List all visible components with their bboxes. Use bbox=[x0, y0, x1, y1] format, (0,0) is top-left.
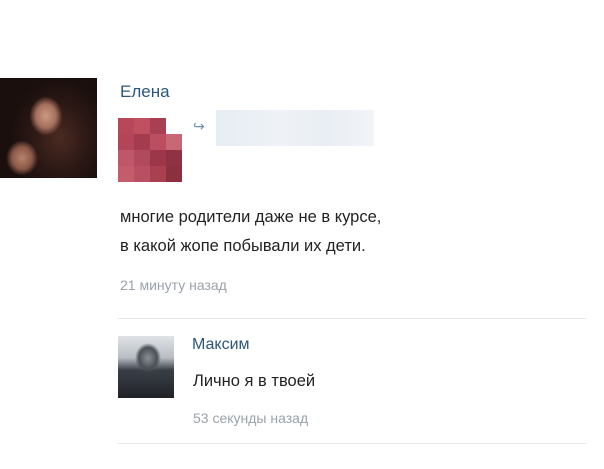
thumbnail-pixel bbox=[166, 134, 182, 150]
post-timestamp[interactable]: 21 минуту назад bbox=[120, 277, 227, 293]
thumbnail-pixel bbox=[118, 134, 134, 150]
thumbnail-pixel bbox=[134, 118, 150, 134]
post-author-name[interactable]: Елена bbox=[120, 82, 170, 102]
thumbnail-pixel bbox=[118, 118, 134, 134]
comment-text: Лично я в твоей bbox=[193, 372, 316, 390]
thumbnail-pixel bbox=[134, 166, 150, 182]
comment-timestamp[interactable]: 53 секунды назад bbox=[193, 410, 308, 426]
post-comment-divider bbox=[118, 318, 586, 319]
thumbnail-pixel bbox=[134, 134, 150, 150]
comment-author-avatar[interactable] bbox=[118, 336, 174, 398]
post-author-avatar[interactable] bbox=[0, 78, 97, 178]
repost-arrow-icon: ↪ bbox=[193, 118, 205, 134]
thumbnail-pixel bbox=[134, 150, 150, 166]
thumbnail-pixel bbox=[166, 166, 182, 182]
thumbnail-pixel bbox=[118, 166, 134, 182]
thumbnail-pixel bbox=[150, 134, 166, 150]
thumbnail-pixel bbox=[166, 118, 182, 134]
thumbnail-pixel bbox=[166, 150, 182, 166]
comment-bottom-divider bbox=[118, 443, 586, 444]
shared-item-thumbnail[interactable] bbox=[118, 118, 182, 182]
blurred-source-name[interactable] bbox=[216, 110, 374, 146]
thumbnail-pixel bbox=[150, 166, 166, 182]
thumbnail-pixel bbox=[150, 118, 166, 134]
comment-author-name[interactable]: Максим bbox=[192, 336, 250, 354]
thumbnail-pixel bbox=[150, 150, 166, 166]
post-text: многие родители даже не в курсе, в какой… bbox=[120, 208, 382, 255]
thumbnail-pixel bbox=[118, 150, 134, 166]
